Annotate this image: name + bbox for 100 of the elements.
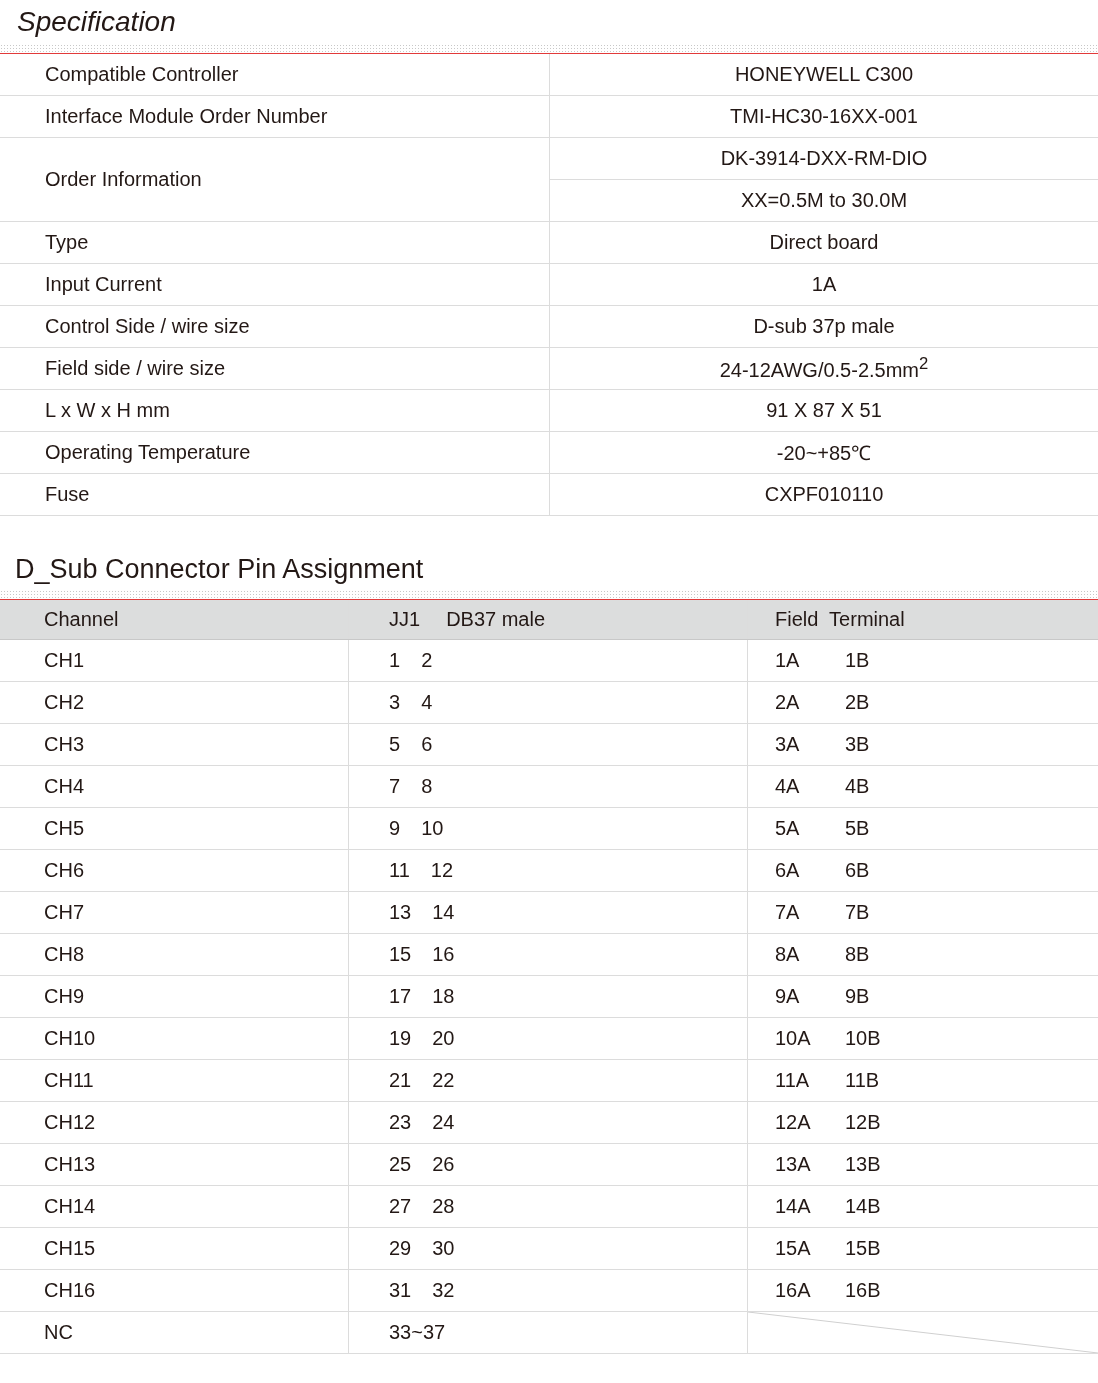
table-cell: L x W x H mm [0,389,550,432]
terminal-label: 14A [775,1195,812,1218]
table-cell: CH2 [0,681,349,724]
pin-number: 4 [421,691,433,713]
table-cell: 1A [549,263,1098,306]
table-cell: CH10 [0,1017,349,1060]
terminal-label: 8A [775,943,801,966]
table-cell: CH16 [0,1269,349,1312]
pin-number: 14 [432,901,455,923]
table-cell: D-sub 37p male [549,305,1098,348]
pin-number: 15 [389,943,412,965]
pin-number: 28 [432,1195,455,1217]
column-header: JJ1 [389,608,421,630]
terminal-label: 11B [845,1069,881,1092]
table-cell: CH3 [0,723,349,766]
column-header: Field Terminal [775,608,905,630]
terminal-label: 1A [775,649,801,672]
pin-number: 10 [421,817,444,839]
pin-number: 13 [389,901,412,923]
table-cell: Operating Temperature [0,431,550,474]
table-cell: 24-12AWG/0.5-2.5mm$^{2}$ [549,347,1098,390]
terminal-label: 1B [845,649,871,672]
terminal-label: 3B [845,733,871,756]
table-cell: HONEYWELL C300 [549,54,1098,96]
terminal-label: 10B [845,1027,882,1050]
pin-number: 6 [421,733,433,755]
pin-number: 32 [432,1279,455,1301]
table-cell: TMI-HC30-16XX-001 [549,95,1098,138]
table-cell: Fuse [0,473,550,516]
table-cell: NC [0,1311,349,1354]
pin-number: 2 [421,649,433,671]
table-cell: Compatible Controller [0,54,550,96]
terminal-label: 6A [775,859,801,882]
pin-number: 25 [389,1153,412,1175]
table-cell: Control Side / wire size [0,305,550,348]
terminal-label: 8B [845,943,871,966]
pin-number: 8 [421,775,433,797]
section-title: Specification [17,6,176,38]
terminal-label: 7A [775,901,801,924]
pin-number: 24 [432,1111,455,1133]
terminal-label: 9B [845,985,871,1008]
table-cell: CH6 [0,849,349,892]
terminal-label: 4A [775,775,801,798]
table-cell: Interface Module Order Number [0,95,550,138]
table-cell: XX=0.5M to 30.0M [549,179,1098,222]
pin-number: 1 [389,649,401,671]
pin-number: 20 [432,1027,455,1049]
pin-number: 11 [389,859,410,881]
table-cell: 91 X 87 X 51 [549,389,1098,432]
terminal-label: 5A [775,817,801,840]
table-cell: CH5 [0,807,349,850]
table-cell: CH4 [0,765,349,808]
table-cell: DK-3914-DXX-RM-DIO [549,137,1098,180]
terminal-label: 7B [845,901,871,924]
table-cell: CH8 [0,933,349,976]
pin-number: 7 [389,775,401,797]
pin-number: 5 [389,733,401,755]
column-header: Channel [44,608,119,630]
terminal-label: 11A [775,1069,811,1092]
table-cell: Field side / wire size [0,347,550,390]
pin-number: 19 [389,1027,412,1049]
pin-number: 21 [389,1069,412,1091]
table-cell: CH1 [0,639,349,682]
table-cell: Input Current [0,263,550,306]
terminal-label: 14B [845,1195,882,1218]
table-cell: CH12 [0,1101,349,1144]
terminal-label: 10A [775,1027,812,1050]
terminal-label: 3A [775,733,801,756]
terminal-label: 4B [845,775,871,798]
column-header: DB37 male [446,608,546,630]
table-cell: CH13 [0,1143,349,1186]
table-cell: Direct board [549,221,1098,264]
table-cell: CH14 [0,1185,349,1228]
table-cell: CXPF010110 [549,473,1098,516]
terminal-label: 5B [845,817,871,840]
terminal-label: 15A [775,1237,812,1260]
pin-number: 18 [432,985,455,1007]
pin-number: 23 [389,1111,412,1133]
pin-number: 26 [432,1153,455,1175]
table-cell: -20~+85℃ [549,431,1098,474]
pin-number: 16 [432,943,455,965]
terminal-label: 2B [845,691,871,714]
pin-number: 22 [432,1069,455,1091]
terminal-label: 16B [845,1279,882,1302]
pin-number: 33~37 [389,1321,446,1343]
pin-number: 17 [389,985,412,1007]
table-cell: CH7 [0,891,349,934]
terminal-label: 16A [775,1279,812,1302]
terminal-label: 9A [775,985,801,1008]
terminal-label: 12A [775,1111,812,1134]
pin-number: 30 [432,1237,455,1259]
section-title: D_Sub Connector Pin Assignment [15,553,424,585]
pin-number: 9 [389,817,401,839]
table-cell: Type [0,221,550,264]
pin-number: 27 [389,1195,412,1217]
pin-number: 29 [389,1237,412,1259]
terminal-label: 12B [845,1111,882,1134]
pin-number: 12 [430,859,453,881]
terminal-label: 6B [845,859,871,882]
terminal-label: 15B [845,1237,882,1260]
